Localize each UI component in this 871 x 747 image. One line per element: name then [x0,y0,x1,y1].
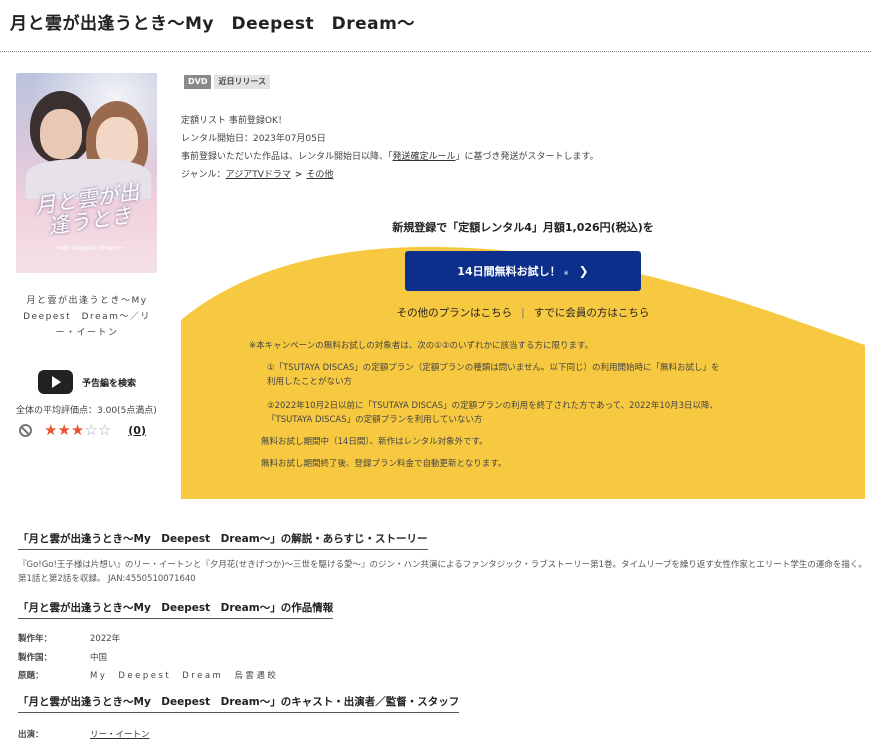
meta-row-original-title: 原題： My Deepest Dream 烏雲遇皎 [18,671,279,681]
cast-heading: 「月と雲が出逢うとき〜My Deepest Dream〜」のキャスト・出演者／監… [18,694,460,713]
rating-value: 3.00(5点満点) [97,406,157,416]
star-icon[interactable]: ★ [44,421,57,439]
product-info: 定額リスト 事前登録OK！ レンタル開始日：2023年07月05日 事前登録いた… [181,112,599,184]
badge-dvd: DVD [184,75,212,89]
genre-link-asian-tv[interactable]: アジアTVドラマ [226,170,291,180]
member-login-link[interactable]: すでに会員の方はこちら [534,307,650,319]
star-icon[interactable]: ☆ [98,421,111,439]
pre-register-note: 定額リスト 事前登録OK！ [181,116,287,126]
cast-link[interactable]: リー・イートン [90,728,150,740]
chevron-right-icon: ❯ [578,264,589,278]
star-icon[interactable]: ★ [71,421,84,439]
cover-caption: 月と雲が出逢うとき〜My Deepest Dream〜／リー・イートン [23,296,159,338]
badge-coming-soon: 近日リリース [214,75,271,89]
genre-link-other[interactable]: その他 [306,170,333,180]
campaign-note: ①「TSUTAYA DISCAS」の定額プラン（定額プランの種類は問いません。以… [267,363,720,387]
synopsis-heading: 「月と雲が出逢うとき〜My Deepest Dream〜」の解説・あらすじ・スト… [18,531,428,550]
campaign-note: 無料お試し期間終了後、登録プラン料金で自動更新となります。 [261,459,507,469]
work-info-heading: 「月と雲が出逢うとき〜My Deepest Dream〜」の作品情報 [18,600,334,619]
plan-links: その他のプランはこちら | すでに会員の方はこちら [181,305,865,320]
breadcrumb-separator: > [294,170,303,180]
cover-logo-subtitle: 〜My Deepest Dream〜 [54,245,125,252]
other-plans-link[interactable]: その他のプランはこちら [397,307,513,319]
campaign-note: ②2022年10月2日以前に「TSUTAYA DISCAS」の定額プランの利用を… [267,401,719,425]
link-separator: | [521,307,525,319]
star-icon[interactable]: ★ [57,421,70,439]
synopsis-text: 『Go!Go!王子様は片想い』のリー・イートンと『夕月花(せきげつか)〜三世を駆… [18,560,867,584]
rating-row: ★★★☆☆ (0) [19,421,146,439]
review-count-link[interactable]: (0) [128,424,146,437]
title-divider [0,51,871,52]
meta-row-country: 製作国： 中国 [18,653,108,663]
meta-row-cast: 出演： リー・イートン [18,728,150,740]
campaign-note: 無料お試し期間中（14日間）、新作はレンタル対象外です。 [261,437,488,447]
campaign-heading: 新規登録で「定額レンタル4」月額1,026円(税込)を [392,221,654,234]
free-trial-label[interactable]: 14日間無料お試し！ [457,263,560,279]
page-title: 月と雲が出逢うとき〜My Deepest Dream〜 [10,14,415,34]
badges: DVD 近日リリース [184,75,271,89]
free-trial-button[interactable]: 14日間無料お試し！ ※ ❯ [405,251,641,291]
play-icon[interactable] [38,370,73,394]
rating-label: 全体の平均評価点：3.00(5点満点) [16,406,157,416]
meta-row-year: 製作年： 2022年 [18,634,121,644]
shipping-notice: 事前登録いただいた作品は、レンタル開始日以降、「発送確定ルール」に基づき発送がス… [181,152,599,162]
campaign-note: ※本キャンペーンの無料お試しの対象者は、次の①②のいずれかに該当する方に限ります… [249,341,594,351]
trailer-search-label[interactable]: 予告編を検索 [82,376,136,389]
release-date: レンタル開始日：2023年07月05日 [181,134,326,144]
cover-image[interactable]: 月と雲が出逢うとき 〜My Deepest Dream〜 [16,73,157,273]
not-interested-icon[interactable] [19,423,32,437]
trailer-search-button[interactable]: 予告編を検索 [38,370,136,394]
shipping-rule-link[interactable]: 発送確定ルール [393,152,456,162]
star-icon[interactable]: ☆ [84,421,97,439]
genre-row: ジャンル：アジアTVドラマ > その他 [181,170,334,180]
rating-stars[interactable]: ★★★☆☆ [44,421,111,439]
free-trial-note-mark: ※ [563,269,569,277]
